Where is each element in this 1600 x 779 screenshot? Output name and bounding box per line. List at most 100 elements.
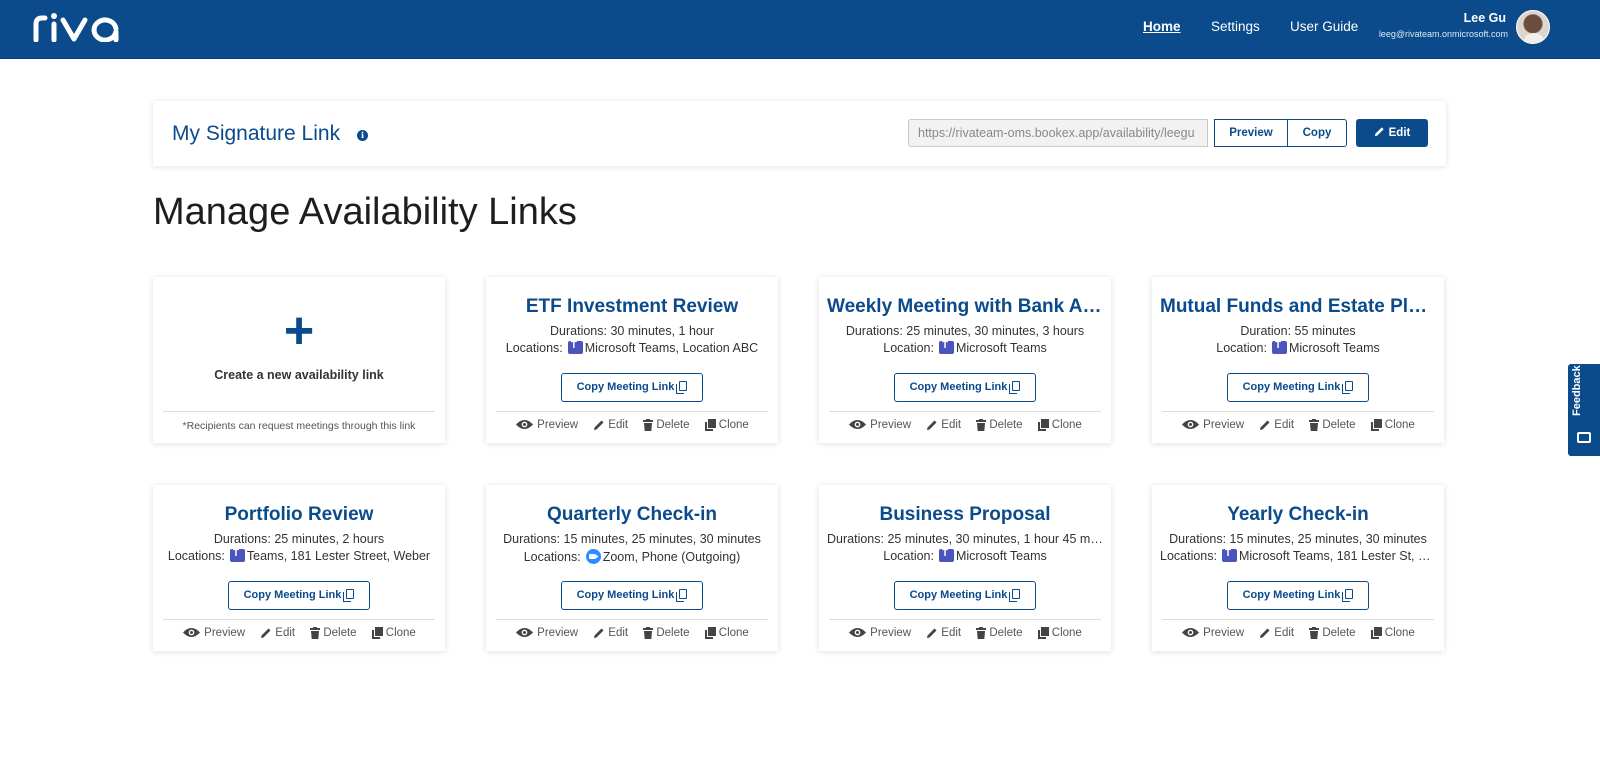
eye-icon [1182, 627, 1200, 638]
card-title[interactable]: Yearly Check-in [1160, 504, 1436, 526]
user-avatar[interactable] [1516, 10, 1550, 44]
copy-meeting-link-label: Copy Meeting Link [243, 589, 342, 601]
preview-action[interactable]: Preview [515, 418, 578, 431]
preview-action[interactable]: Preview [848, 418, 911, 431]
clone-action[interactable]: Clone [704, 419, 749, 431]
copy-icon [1342, 589, 1354, 602]
clone-action[interactable]: Clone [704, 627, 749, 639]
edit-action[interactable]: Edit [593, 627, 628, 639]
teams-icon [1221, 549, 1237, 562]
nav-user-guide[interactable]: User Guide [1290, 19, 1358, 34]
copy-meeting-link-button[interactable]: Copy Meeting Link [1227, 373, 1369, 402]
card-title[interactable]: Business Proposal [827, 504, 1103, 526]
delete-action[interactable]: Delete [643, 419, 690, 431]
card-locations: Location: Microsoft Teams [1160, 341, 1436, 355]
info-icon[interactable]: i [357, 130, 368, 141]
card-locations: Locations: Microsoft Teams, Location ABC [494, 341, 770, 355]
copy-meeting-link-button[interactable]: Copy Meeting Link [561, 581, 703, 610]
copy-meeting-link-button[interactable]: Copy Meeting Link [561, 373, 703, 402]
locations-value: Microsoft Teams [955, 549, 1047, 563]
locations-label: Locations: [505, 341, 563, 355]
nav-settings[interactable]: Settings [1211, 19, 1260, 34]
teams-icon [1271, 341, 1287, 354]
create-link-label[interactable]: Create a new availability link [153, 368, 445, 382]
delete-action[interactable]: Delete [310, 627, 357, 639]
feedback-icon [1577, 432, 1591, 443]
card-durations: Durations: 25 minutes, 30 minutes, 3 hou… [845, 324, 1085, 338]
card-title[interactable]: Portfolio Review [161, 504, 437, 526]
delete-action[interactable]: Delete [976, 627, 1023, 639]
pencil-icon [1374, 127, 1384, 137]
create-availability-link-card[interactable]: + Create a new availability link *Recipi… [153, 277, 445, 443]
signature-url-field[interactable]: https://rivateam-oms.bookex.app/availabi… [908, 119, 1208, 147]
edit-action[interactable]: Edit [926, 419, 961, 431]
locations-label: Location: [883, 549, 934, 563]
create-link-note: *Recipients can request meetings through… [182, 420, 416, 432]
clone-action[interactable]: Clone [1037, 419, 1082, 431]
delete-action[interactable]: Delete [1309, 419, 1356, 431]
signature-preview-button[interactable]: Preview [1214, 119, 1288, 147]
preview-action[interactable]: Preview [1181, 418, 1244, 431]
zoom-icon [585, 549, 601, 564]
copy-icon [343, 589, 355, 602]
clone-action[interactable]: Clone [1370, 419, 1415, 431]
preview-action[interactable]: Preview [515, 626, 578, 639]
signature-link-title: My Signature Link [172, 122, 341, 145]
card-title[interactable]: Weekly Meeting with Bank ABC [827, 296, 1103, 318]
edit-action[interactable]: Edit [1259, 627, 1294, 639]
clone-action[interactable]: Clone [371, 627, 416, 639]
card-divider [163, 619, 435, 620]
clone-icon [1037, 419, 1049, 431]
edit-action[interactable]: Edit [1259, 419, 1294, 431]
card-divider [496, 619, 768, 620]
delete-action[interactable]: Delete [643, 627, 690, 639]
copy-meeting-link-label: Copy Meeting Link [909, 381, 1008, 393]
plus-icon[interactable]: + [153, 305, 445, 357]
availability-link-card: Portfolio Review Durations: 25 minutes, … [153, 485, 445, 651]
teams-icon [229, 549, 245, 562]
copy-icon [676, 381, 688, 394]
pencil-icon [261, 628, 271, 638]
pencil-icon [927, 628, 937, 638]
clone-action[interactable]: Clone [1037, 627, 1082, 639]
clone-action[interactable]: Clone [1370, 627, 1415, 639]
card-durations: Durations: 15 minutes, 25 minutes, 30 mi… [1169, 532, 1427, 546]
copy-meeting-link-label: Copy Meeting Link [909, 589, 1008, 601]
feedback-label: Feedback [1571, 365, 1583, 416]
edit-action[interactable]: Edit [260, 627, 295, 639]
clone-icon [1370, 419, 1382, 431]
trash-icon [1309, 627, 1320, 639]
preview-action[interactable]: Preview [1181, 626, 1244, 639]
card-locations: Locations: Zoom, Phone (Outgoing) [494, 549, 770, 564]
clone-icon [1370, 627, 1382, 639]
trash-icon [643, 419, 654, 431]
card-title[interactable]: Mutual Funds and Estate Planning [1160, 296, 1436, 318]
availability-link-card: ETF Investment Review Durations: 30 minu… [486, 277, 778, 443]
copy-meeting-link-button[interactable]: Copy Meeting Link [894, 373, 1036, 402]
signature-edit-button[interactable]: Edit [1356, 119, 1428, 147]
preview-action[interactable]: Preview [848, 626, 911, 639]
card-durations: Durations: 25 minutes, 2 hours [213, 532, 385, 546]
card-title[interactable]: ETF Investment Review [494, 296, 770, 318]
locations-value: Microsoft Teams [955, 341, 1047, 355]
feedback-tab[interactable]: Feedback [1568, 364, 1600, 456]
card-actions: Preview Edit Delete Clone [819, 626, 1111, 639]
nav-home[interactable]: Home [1143, 19, 1181, 34]
riva-logo[interactable] [32, 12, 124, 42]
teams-icon [938, 341, 954, 354]
delete-action[interactable]: Delete [1309, 627, 1356, 639]
copy-meeting-link-button[interactable]: Copy Meeting Link [1227, 581, 1369, 610]
card-locations: Location: Microsoft Teams [827, 549, 1103, 563]
copy-meeting-link-label: Copy Meeting Link [576, 589, 675, 601]
trash-icon [310, 627, 321, 639]
copy-meeting-link-button[interactable]: Copy Meeting Link [894, 581, 1036, 610]
edit-action[interactable]: Edit [926, 627, 961, 639]
copy-meeting-link-button[interactable]: Copy Meeting Link [228, 581, 370, 610]
preview-action[interactable]: Preview [182, 626, 245, 639]
delete-action[interactable]: Delete [976, 419, 1023, 431]
edit-action[interactable]: Edit [593, 419, 628, 431]
user-name: Lee Gu [1463, 11, 1506, 25]
card-actions: Preview Edit Delete Clone [1152, 418, 1444, 431]
signature-copy-button[interactable]: Copy [1287, 119, 1347, 147]
card-title[interactable]: Quarterly Check-in [494, 504, 770, 526]
